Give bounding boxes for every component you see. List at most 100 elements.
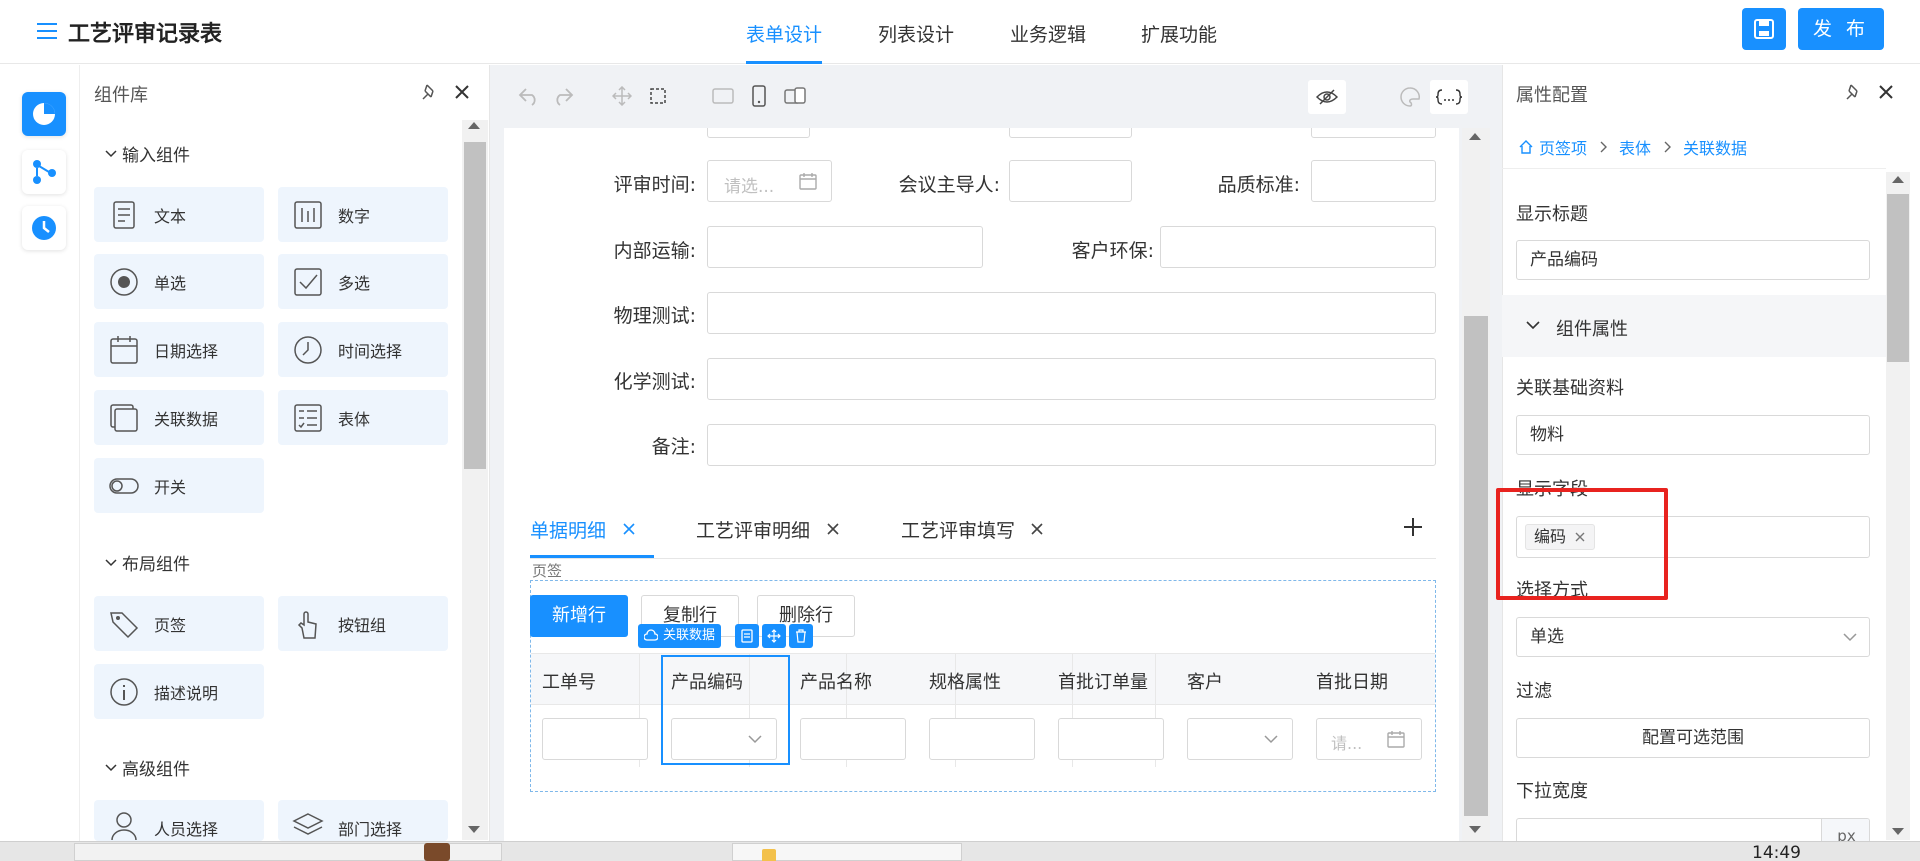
- component-switch[interactable]: 开关: [94, 458, 264, 513]
- text-input[interactable]: [1311, 128, 1436, 138]
- tab-process-review-details[interactable]: 工艺评审明细: [696, 516, 810, 543]
- scroll-up-arrow-icon[interactable]: [1892, 176, 1904, 183]
- close-tab-icon[interactable]: [622, 522, 636, 536]
- desktop-icon[interactable]: [712, 88, 734, 104]
- add-tab-icon[interactable]: [1403, 517, 1423, 537]
- component-time-picker[interactable]: 时间选择: [278, 322, 448, 377]
- cell-input[interactable]: [1058, 718, 1164, 760]
- selected-component-tag[interactable]: 关联数据: [638, 624, 722, 648]
- scroll-up-arrow-icon[interactable]: [1469, 133, 1481, 140]
- scroll-down-arrow-icon[interactable]: [468, 826, 480, 833]
- text-input[interactable]: [1009, 128, 1132, 138]
- meeting-lead-input[interactable]: [1009, 160, 1132, 202]
- linked-base-input[interactable]: 物料: [1516, 415, 1870, 455]
- move-component-button[interactable]: [762, 624, 786, 648]
- pin-icon[interactable]: [1844, 82, 1864, 102]
- group-title-layout[interactable]: 布局组件: [122, 550, 190, 575]
- review-time-date-input[interactable]: 请选...: [707, 160, 832, 202]
- close-tab-icon[interactable]: [826, 522, 840, 536]
- hamburger-menu-icon[interactable]: [36, 20, 58, 42]
- library-scrollbar-thumb[interactable]: [464, 142, 486, 469]
- tab-form-design[interactable]: 表单设计: [746, 20, 822, 47]
- save-button[interactable]: [1742, 8, 1786, 50]
- tab-extensions[interactable]: 扩展功能: [1141, 20, 1217, 47]
- chevron-down-icon[interactable]: [104, 556, 118, 570]
- tab-business-logic[interactable]: 业务逻辑: [1010, 20, 1086, 47]
- active-tab-underline: [746, 61, 822, 64]
- move-icon[interactable]: [612, 86, 632, 106]
- code-json-button[interactable]: [1430, 80, 1468, 114]
- palette-icon[interactable]: [1400, 87, 1420, 107]
- customer-env-input[interactable]: [1160, 226, 1436, 268]
- internal-transport-input[interactable]: [707, 226, 983, 268]
- cell-select[interactable]: [1187, 718, 1293, 760]
- close-tab-icon[interactable]: [1030, 522, 1044, 536]
- cell-date-input[interactable]: 请...: [1316, 718, 1422, 760]
- tablet-icon[interactable]: [784, 86, 806, 106]
- component-linked-data[interactable]: 关联数据: [94, 390, 264, 445]
- rail-clock-button[interactable]: [22, 206, 66, 250]
- component-radio[interactable]: 单选: [94, 254, 264, 309]
- breadcrumb-item[interactable]: 页签项: [1539, 135, 1587, 159]
- close-icon[interactable]: [452, 82, 472, 102]
- delete-component-button[interactable]: [789, 624, 813, 648]
- chevron-down-icon[interactable]: [1526, 321, 1540, 330]
- mobile-icon[interactable]: [752, 85, 766, 107]
- component-text[interactable]: 文本: [94, 187, 264, 242]
- preview-toggle-button[interactable]: [1308, 80, 1346, 114]
- select-area-icon[interactable]: [648, 86, 668, 106]
- group-title-input[interactable]: 输入组件: [122, 141, 190, 166]
- component-number[interactable]: 数字: [278, 187, 448, 242]
- publish-button[interactable]: 发 布: [1798, 8, 1884, 50]
- component-user-select[interactable]: 人员选择: [94, 800, 264, 841]
- scroll-down-arrow-icon[interactable]: [1469, 826, 1481, 833]
- rail-flow-button[interactable]: [22, 150, 66, 194]
- add-row-button[interactable]: 新增行: [530, 595, 628, 637]
- chevron-down-icon: [1264, 735, 1278, 744]
- pin-icon[interactable]: [420, 82, 440, 102]
- folder-icon[interactable]: [762, 849, 776, 861]
- chevron-right-icon: [1600, 141, 1608, 153]
- cell-input[interactable]: [929, 718, 1035, 760]
- physical-test-input[interactable]: [707, 292, 1436, 334]
- chevron-down-icon[interactable]: [104, 761, 118, 775]
- trash-icon: [796, 629, 806, 643]
- display-title-input[interactable]: 产品编码: [1516, 240, 1870, 280]
- configure-range-button[interactable]: 配置可选范围: [1516, 718, 1870, 758]
- scroll-down-arrow-icon[interactable]: [1892, 828, 1904, 835]
- breadcrumb-item[interactable]: 表体: [1619, 135, 1651, 159]
- scroll-up-arrow-icon[interactable]: [468, 122, 480, 129]
- tab-list-design[interactable]: 列表设计: [878, 20, 954, 47]
- dropdown-width-input[interactable]: px: [1516, 818, 1870, 841]
- quality-std-input[interactable]: [1311, 160, 1436, 202]
- select-mode-dropdown[interactable]: 单选: [1516, 617, 1870, 657]
- close-icon[interactable]: [1876, 82, 1896, 102]
- redo-icon[interactable]: [552, 86, 574, 106]
- text-doc-icon: [113, 200, 135, 229]
- calendar-icon: [799, 173, 817, 190]
- component-description[interactable]: 描述说明: [94, 664, 264, 719]
- tab-process-review-fill[interactable]: 工艺评审填写: [901, 516, 1015, 543]
- component-button-group[interactable]: 按钮组: [278, 596, 448, 651]
- text-input[interactable]: [707, 128, 810, 138]
- component-checkbox[interactable]: 多选: [278, 254, 448, 309]
- remarks-input[interactable]: [707, 424, 1436, 466]
- undo-icon[interactable]: [518, 86, 540, 106]
- taskbar-app-icon[interactable]: [424, 843, 450, 861]
- component-dept-select[interactable]: 部门选择: [278, 800, 448, 841]
- canvas-scrollbar-thumb[interactable]: [1464, 316, 1488, 816]
- rail-pie-chart-button[interactable]: [22, 92, 66, 136]
- component-tab[interactable]: 页签: [94, 596, 264, 651]
- component-table-body[interactable]: 表体: [278, 390, 448, 445]
- tab-document-details[interactable]: 单据明细: [530, 516, 606, 543]
- component-date-picker[interactable]: 日期选择: [94, 322, 264, 377]
- properties-scrollbar-thumb[interactable]: [1887, 194, 1909, 362]
- chevron-down-icon[interactable]: [104, 147, 118, 161]
- group-title-advanced[interactable]: 高级组件: [122, 755, 190, 780]
- cell-input[interactable]: [542, 718, 648, 760]
- breadcrumb-item[interactable]: 关联数据: [1683, 135, 1747, 159]
- copy-component-button[interactable]: [735, 624, 759, 648]
- cell-input[interactable]: [800, 718, 906, 760]
- cell-select[interactable]: [671, 718, 777, 760]
- chemical-test-input[interactable]: [707, 358, 1436, 400]
